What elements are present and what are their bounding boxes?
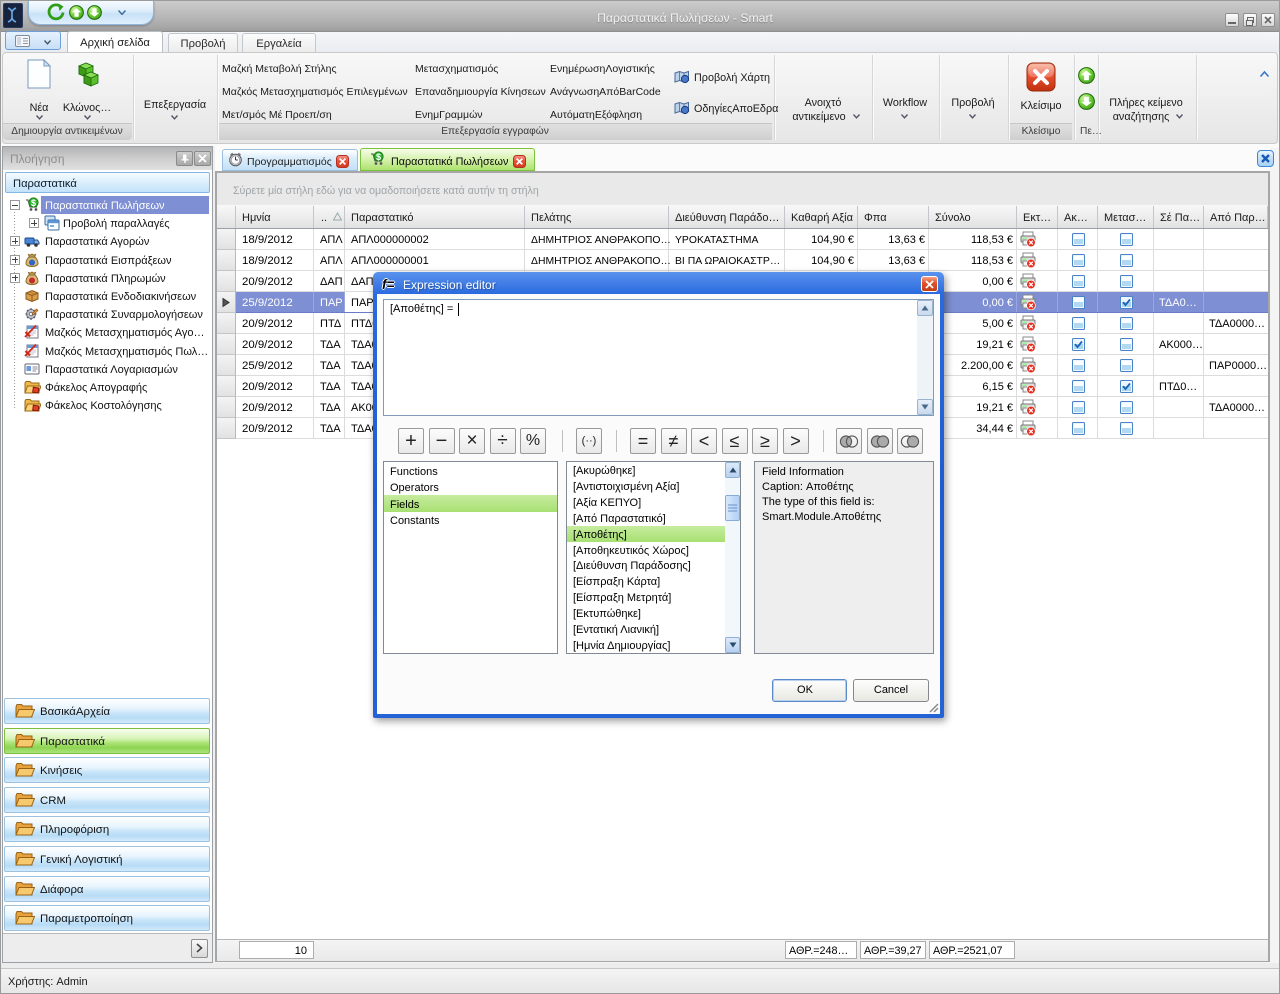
svg-text:$: $ bbox=[31, 198, 36, 208]
svg-text:$: $ bbox=[376, 152, 381, 162]
